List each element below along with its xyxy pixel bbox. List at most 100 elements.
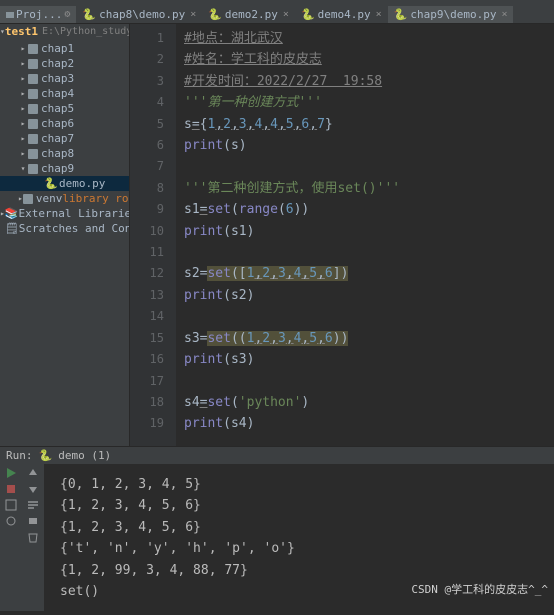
run-config: demo (1) <box>58 449 111 462</box>
paren: ) <box>247 224 255 239</box>
console-line: {1, 2, 99, 3, 4, 88, 77} <box>60 560 554 581</box>
tree-root[interactable]: ▾ test1 E:\Python_study\te <box>0 24 129 39</box>
comma: , <box>286 331 294 346</box>
folder-icon <box>28 74 38 84</box>
comma: , <box>231 117 239 132</box>
paren: ( <box>223 416 231 431</box>
builtin: set <box>207 331 230 346</box>
close-icon[interactable]: × <box>190 9 196 20</box>
editor-tab[interactable]: 🐍 demo2.py × <box>202 6 295 23</box>
run-header[interactable]: Run: 🐍 demo (1) <box>0 446 554 464</box>
tree-folder[interactable]: ▸chap4 <box>0 86 129 101</box>
close-icon[interactable]: × <box>501 9 507 20</box>
line-number: 19 <box>130 413 164 434</box>
project-icon <box>6 10 16 20</box>
paren: ( <box>231 266 239 281</box>
console-line: {0, 1, 2, 3, 4, 5} <box>60 474 554 495</box>
paren: ( <box>223 138 231 153</box>
line-number: 17 <box>130 371 164 392</box>
tree-folder[interactable]: ▸chap7 <box>0 131 129 146</box>
trash-icon[interactable] <box>26 530 40 544</box>
run-label: Run: <box>6 449 33 462</box>
paren: ( <box>231 202 239 217</box>
tree-folder[interactable]: ▸chap8 <box>0 146 129 161</box>
tree-folder[interactable]: ▸chap5 <box>0 101 129 116</box>
tree-scratches[interactable]: ·🗒 Scratches and Consoles <box>0 221 129 236</box>
paren: ( <box>231 395 239 410</box>
code-line: '''第一种创建方式''' <box>184 95 322 110</box>
builtin: set <box>207 266 230 281</box>
tab-label: chap8\demo.py <box>99 8 185 21</box>
watermark: CSDN @学工科的皮皮志^_^ <box>411 581 548 597</box>
tree-label: chap7 <box>41 132 74 145</box>
line-gutter: 1 2 3 4 5 6 7 8 9 10 11 12 13 14 15 16 1… <box>130 24 176 446</box>
folder-icon <box>28 119 38 129</box>
tree-label: External Libraries <box>19 207 130 220</box>
tree-folder-open[interactable]: ▾chap9 <box>0 161 129 176</box>
num: 6 <box>325 266 333 281</box>
tree-folder[interactable]: ▸chap2 <box>0 56 129 71</box>
paren: ( <box>223 224 231 239</box>
pin-icon[interactable] <box>4 514 18 528</box>
editor-tab[interactable]: 🐍 chap8\demo.py × <box>76 6 202 23</box>
bracket: [ <box>239 266 247 281</box>
var: s2 <box>184 266 200 281</box>
tree-external[interactable]: ▸📚 External Libraries <box>0 206 129 221</box>
python-icon: 🐍 <box>82 8 96 21</box>
close-icon[interactable]: × <box>376 9 382 20</box>
rerun-icon[interactable] <box>4 466 18 480</box>
line-number: 7 <box>130 156 164 177</box>
builtin: print <box>184 416 223 431</box>
project-tool-tab[interactable]: Proj... ⚙ <box>0 6 76 23</box>
down-icon[interactable] <box>26 482 40 496</box>
line-number: 10 <box>130 221 164 242</box>
tree-label: venv <box>36 192 63 205</box>
bracket: ] <box>333 266 341 281</box>
var: s3 <box>184 331 200 346</box>
builtin: set <box>207 395 230 410</box>
layout-icon[interactable] <box>4 498 18 512</box>
editor-tab-active[interactable]: 🐍 chap9\demo.py × <box>388 6 514 23</box>
var: s1 <box>231 224 247 239</box>
console-line: {1, 2, 3, 4, 5, 6} <box>60 495 554 516</box>
code-line: #开发时间：2022/2/27 19:58 <box>184 74 382 89</box>
builtin: set <box>207 202 230 217</box>
chevron-right-icon: ▸ <box>18 149 28 158</box>
scratches-icon: 🗒 <box>5 222 19 235</box>
comma: , <box>270 266 278 281</box>
comma: , <box>309 117 317 132</box>
brace: } <box>325 117 333 132</box>
paren: ( <box>223 288 231 303</box>
tree-folder[interactable]: ▸chap6 <box>0 116 129 131</box>
num: 5 <box>286 117 294 132</box>
var: s4 <box>184 395 200 410</box>
builtin: print <box>184 288 223 303</box>
num: 5 <box>309 331 317 346</box>
close-icon[interactable]: × <box>283 9 289 20</box>
paren: ( <box>223 352 231 367</box>
var: s <box>231 138 239 153</box>
stop-icon[interactable] <box>4 482 18 496</box>
paren: ) <box>247 416 255 431</box>
up-icon[interactable] <box>26 466 40 480</box>
code-area[interactable]: #地点：湖北武汉 #姓名：学工科的皮皮志 #开发时间：2022/2/27 19:… <box>176 24 554 446</box>
line-number: 2 <box>130 49 164 70</box>
var: s3 <box>231 352 247 367</box>
num: 4 <box>270 117 278 132</box>
tree-folder[interactable]: ▸chap1 <box>0 41 129 56</box>
num: 5 <box>309 266 317 281</box>
line-number: 5 <box>130 114 164 135</box>
tree-folder[interactable]: ▸venv library root <box>0 191 129 206</box>
editor[interactable]: 1 2 3 4 5 6 7 8 9 10 11 12 13 14 15 16 1… <box>130 24 554 446</box>
python-icon: 🐍 <box>208 8 222 21</box>
paren: ) <box>247 352 255 367</box>
tree-folder[interactable]: ▸chap3 <box>0 71 129 86</box>
editor-tab[interactable]: 🐍 demo4.py × <box>295 6 388 23</box>
print-icon[interactable] <box>26 514 40 528</box>
chevron-right-icon: ▸ <box>18 59 28 68</box>
tree-file-selected[interactable]: 🐍demo.py <box>0 176 129 191</box>
softwrap-icon[interactable] <box>26 498 40 512</box>
python-icon: 🐍 <box>394 8 408 21</box>
run-tools-inner <box>22 464 44 611</box>
settings-icon[interactable]: ⚙ <box>64 9 70 20</box>
